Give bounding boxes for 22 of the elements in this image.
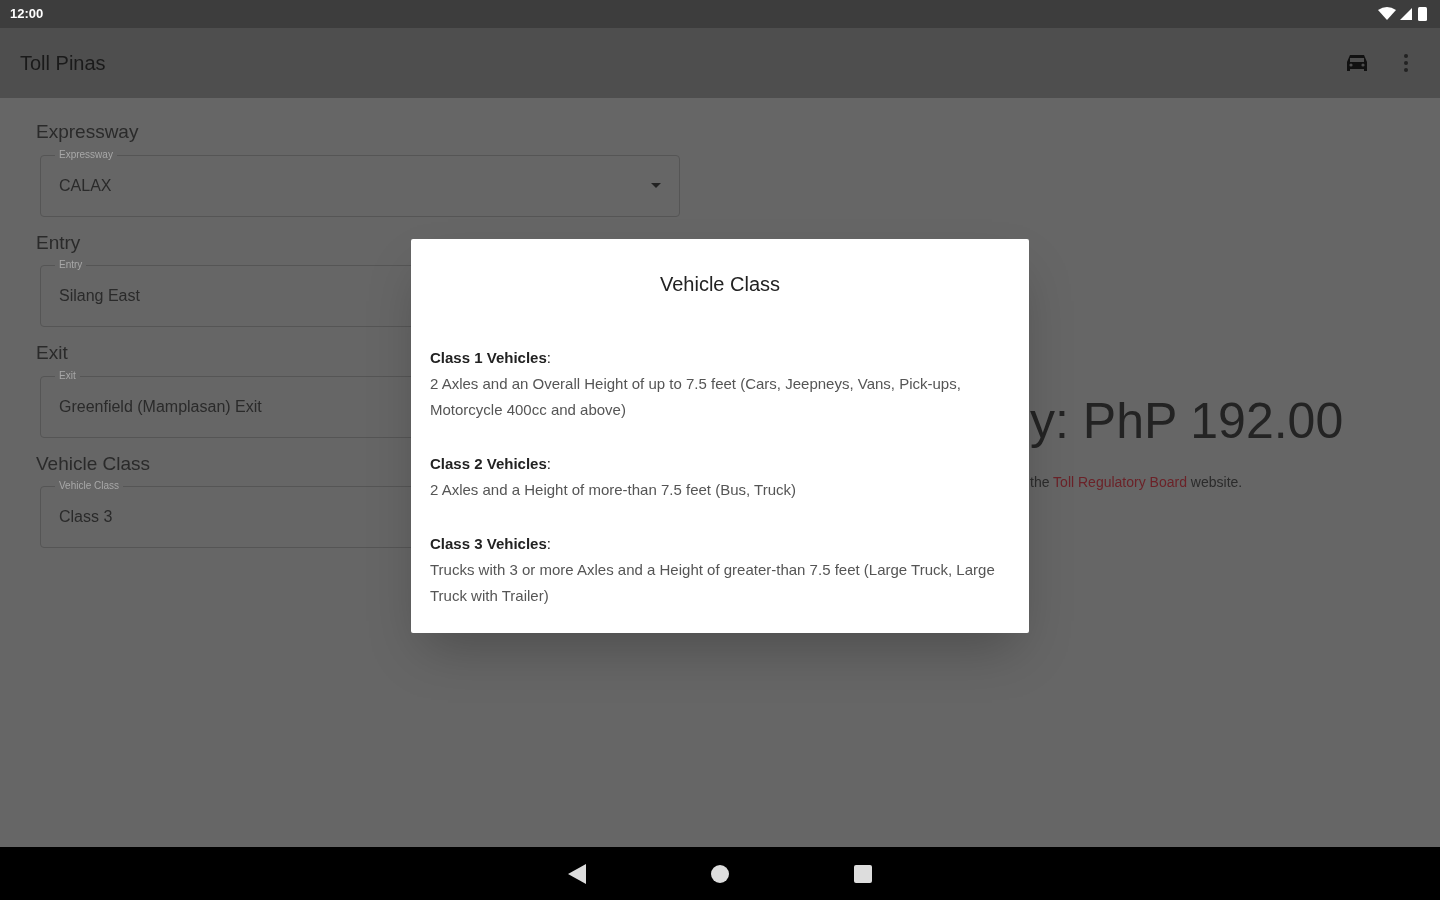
field-heading: Exit	[36, 341, 68, 365]
field-label: Entry	[55, 258, 87, 272]
field-heading: Vehicle Class	[36, 451, 151, 476]
class-heading: Class 2 Vehicles:	[430, 454, 551, 474]
field-value: Class 3	[59, 507, 113, 527]
home-icon[interactable]	[711, 864, 729, 883]
field-label: Expressway	[55, 147, 117, 162]
recents-icon[interactable]	[854, 864, 872, 883]
field-value: Silang East	[59, 286, 140, 306]
field-heading: Expressway	[36, 120, 139, 144]
fare-amount: y: PhP 192.00	[1030, 396, 1344, 446]
field-value: CALAX	[59, 175, 112, 196]
regulatory-board-link[interactable]: Toll Regulatory Board	[1053, 474, 1187, 490]
field-heading: Entry	[36, 230, 81, 255]
dropdown-caret-icon	[651, 183, 661, 188]
class-heading: Class 1 Vehicles:	[430, 348, 551, 368]
field-value: Greenfield (Mamplasan) Exit	[59, 396, 262, 417]
class-description: Trucks with 3 or more Axles and a Height of greater-than 7.5 feet (Large Truck, Large Truck with Trailer)	[430, 560, 996, 606]
status-icons	[1378, 6, 1430, 22]
source-note: the Toll Regulatory Board website.	[1030, 473, 1244, 492]
back-icon[interactable]	[568, 863, 586, 884]
clock: 12:00	[10, 5, 44, 24]
